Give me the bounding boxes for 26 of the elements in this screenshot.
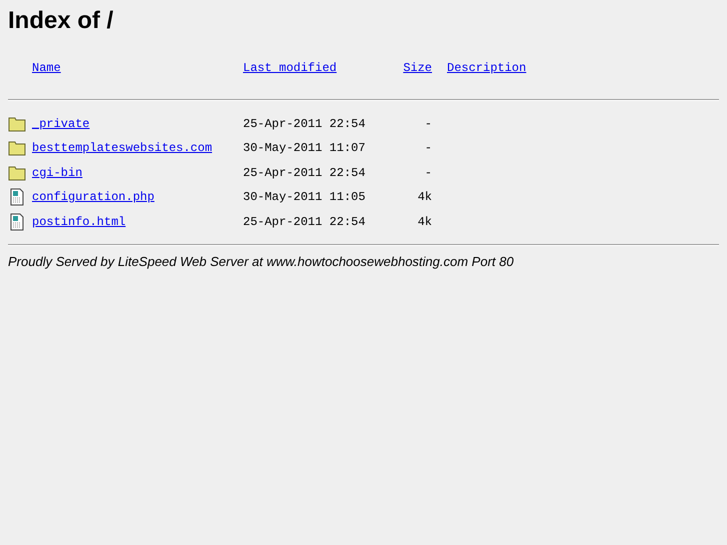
file-link[interactable]: configuration.php xyxy=(32,190,154,204)
document-icon xyxy=(8,188,26,206)
page-title: Index of / xyxy=(8,8,114,34)
file-size: 4k xyxy=(418,214,432,229)
file-size: - xyxy=(424,116,432,131)
name-column-link[interactable]: Name xyxy=(32,61,61,76)
file-link[interactable]: postinfo.html xyxy=(32,214,126,229)
file-link[interactable]: _private xyxy=(32,116,90,131)
folder-icon xyxy=(8,114,26,133)
modified-date: 25-Apr-2011 22:54 xyxy=(243,166,366,180)
modified-date: 30-May-2011 11:05 xyxy=(243,190,366,204)
folder-icon xyxy=(8,164,26,182)
file-size: - xyxy=(424,166,432,180)
server-footer: Proudly Served by LiteSpeed Web Server at www.howtochoosewebhosting.com Port 80 xyxy=(8,254,719,269)
modified-column-link[interactable]: Last modified xyxy=(243,61,337,76)
description-column-link[interactable]: Description xyxy=(447,61,526,76)
modified-date: 25-Apr-2011 22:54 xyxy=(243,214,366,229)
file-size: - xyxy=(424,141,432,156)
modified-date: 30-May-2011 11:07 xyxy=(243,141,366,156)
size-column-link[interactable]: Size xyxy=(403,61,432,76)
modified-date: 25-Apr-2011 22:54 xyxy=(243,116,366,131)
file-link[interactable]: cgi-bin xyxy=(32,166,82,180)
document-icon xyxy=(8,212,26,231)
folder-icon xyxy=(8,139,26,158)
file-size: 4k xyxy=(418,190,432,204)
file-link[interactable]: besttemplateswebsites.com xyxy=(32,141,212,156)
